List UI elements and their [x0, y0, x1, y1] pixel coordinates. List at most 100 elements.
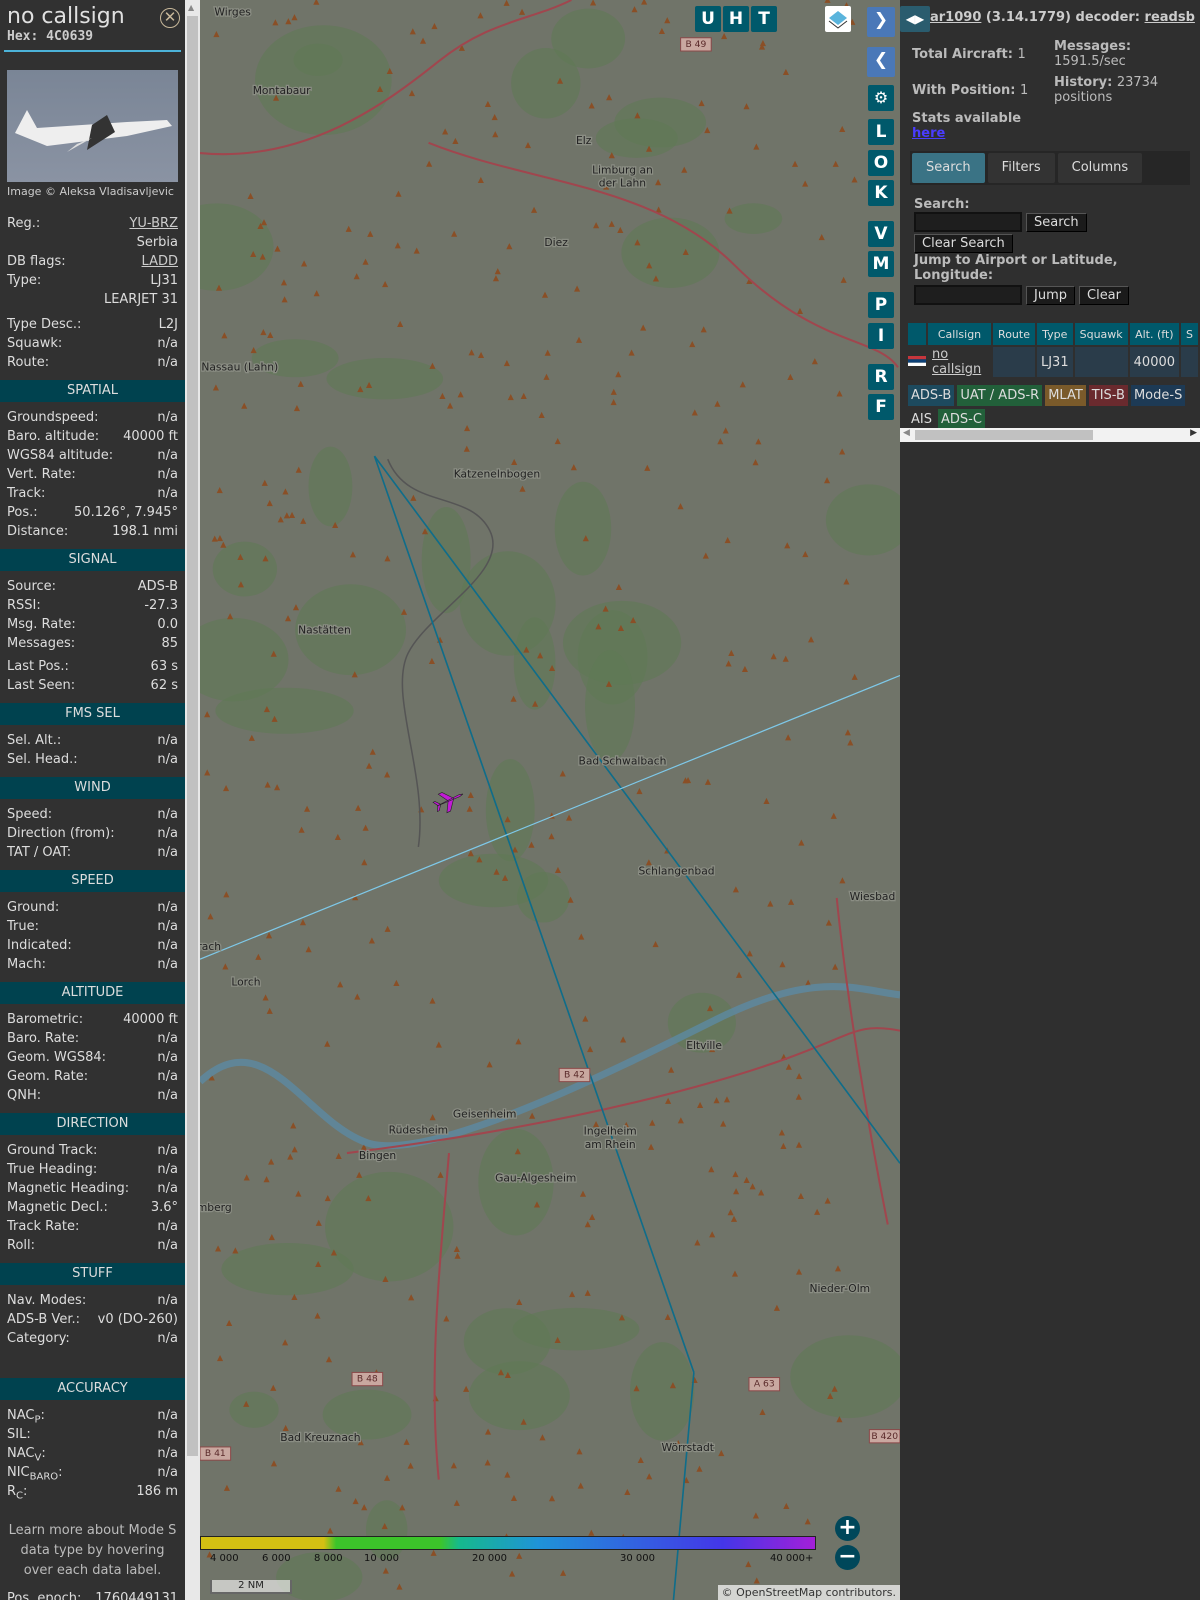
- field-label[interactable]: TAT / OAT:: [7, 843, 71, 862]
- field-label[interactable]: Nav. Modes:: [7, 1291, 86, 1310]
- map-button-f[interactable]: F: [868, 394, 894, 420]
- column-header[interactable]: Callsign: [928, 323, 992, 345]
- field-label[interactable]: NACP:: [7, 1406, 45, 1426]
- field-label[interactable]: Last Pos.:: [7, 657, 69, 676]
- field-label[interactable]: Vert. Rate:: [7, 465, 76, 484]
- map-canvas[interactable]: Wirges Montabaur Elz Limburg ander Lahn Diez…: [200, 0, 900, 1600]
- zoom-out-button[interactable]: −: [835, 1545, 860, 1570]
- info-link[interactable]: YU-BRZ: [129, 216, 178, 231]
- field-label[interactable]: Geom. WGS84:: [7, 1048, 106, 1067]
- aircraft-photo[interactable]: [7, 70, 178, 182]
- field-label[interactable]: NICBARO:: [7, 1463, 63, 1483]
- table-horizontal-scrollbar[interactable]: ◀ ▶: [900, 428, 1200, 442]
- search-button[interactable]: Search: [1026, 212, 1087, 232]
- field-label[interactable]: True:: [7, 917, 39, 936]
- field-label[interactable]: WGS84 altitude:: [7, 446, 113, 465]
- field-label[interactable]: NACV:: [7, 1444, 46, 1464]
- field-label[interactable]: Barometric:: [7, 1010, 83, 1029]
- peak-icon: [767, 900, 774, 907]
- column-header[interactable]: Squawk: [1074, 323, 1128, 345]
- map-button-v[interactable]: V: [868, 221, 894, 247]
- field-label[interactable]: Messages:: [7, 634, 75, 653]
- field-label[interactable]: Sel. Head.:: [7, 750, 78, 769]
- map-button-k[interactable]: K: [868, 180, 894, 206]
- field-label[interactable]: Roll:: [7, 1236, 35, 1255]
- map-attribution[interactable]: © OpenStreetMap contributors.: [717, 1585, 900, 1600]
- field-label[interactable]: Groundspeed:: [7, 408, 98, 427]
- layers-icon[interactable]: [825, 6, 851, 32]
- scrollbar-thumb[interactable]: [187, 16, 198, 1456]
- field-label[interactable]: True Heading:: [7, 1160, 97, 1179]
- toggle-sidebar-icon[interactable]: ◀▶: [900, 6, 930, 32]
- field-label[interactable]: RC:: [7, 1482, 27, 1502]
- map-button-u[interactable]: U: [695, 6, 721, 32]
- clear-jump-button[interactable]: Clear: [1079, 285, 1129, 305]
- collapse-left-icon[interactable]: ❮: [867, 47, 895, 77]
- app-link[interactable]: ar1090: [930, 10, 981, 25]
- field-label[interactable]: Track:: [7, 484, 45, 503]
- peak-icon: [735, 971, 743, 978]
- field-label[interactable]: Magnetic Decl.:: [7, 1198, 108, 1217]
- info-value[interactable]: YU-BRZ: [129, 214, 178, 233]
- tab-filters[interactable]: Filters: [987, 153, 1055, 183]
- column-header[interactable]: Alt. (ft): [1129, 323, 1180, 345]
- peak-icon: [395, 190, 402, 197]
- jump-button[interactable]: Jump: [1026, 285, 1075, 305]
- aircraft-marker-icon[interactable]: [431, 785, 467, 816]
- map-button-l[interactable]: L: [868, 119, 894, 145]
- sidebar-scrollbar[interactable]: ▲: [185, 0, 200, 1600]
- field-label[interactable]: Mach:: [7, 955, 46, 974]
- decoder-link[interactable]: readsb: [1145, 10, 1195, 25]
- column-header[interactable]: S: [1181, 323, 1198, 345]
- column-header[interactable]: Route: [993, 323, 1035, 345]
- field-label[interactable]: Baro. altitude:: [7, 427, 99, 446]
- field-label[interactable]: Ground Track:: [7, 1141, 97, 1160]
- field-label[interactable]: Direction (from):: [7, 824, 115, 843]
- field-label[interactable]: Source:: [7, 577, 56, 596]
- field-label[interactable]: Pos.:: [7, 503, 38, 522]
- info-link[interactable]: LADD: [142, 254, 178, 269]
- tab-search[interactable]: Search: [912, 153, 985, 183]
- field-label[interactable]: Distance:: [7, 522, 68, 541]
- peak-icon: [451, 230, 458, 237]
- map-button-i[interactable]: I: [868, 323, 894, 349]
- field-label[interactable]: Sel. Alt.:: [7, 731, 61, 750]
- stats-link[interactable]: here: [912, 126, 945, 141]
- column-header[interactable]: [908, 323, 926, 345]
- settings-gear-icon[interactable]: ⚙: [868, 85, 894, 111]
- jump-input[interactable]: [914, 285, 1022, 305]
- map-button-p[interactable]: P: [868, 292, 894, 318]
- field-label[interactable]: ADS-B Ver.:: [7, 1310, 80, 1329]
- field-label[interactable]: Magnetic Heading:: [7, 1179, 129, 1198]
- tab-columns[interactable]: Columns: [1057, 153, 1143, 183]
- field-label[interactable]: Track Rate:: [7, 1217, 79, 1236]
- field-label[interactable]: SIL:: [7, 1425, 31, 1444]
- map-button-m[interactable]: M: [868, 251, 894, 277]
- field-label[interactable]: RSSI:: [7, 596, 41, 615]
- expand-right-icon[interactable]: ❯: [867, 7, 895, 37]
- field-label[interactable]: Last Seen:: [7, 676, 75, 695]
- map-button-o[interactable]: O: [868, 150, 894, 176]
- field-label[interactable]: Geom. Rate:: [7, 1067, 88, 1086]
- map-button-r[interactable]: R: [868, 364, 894, 390]
- field-label[interactable]: Indicated:: [7, 936, 72, 955]
- column-header[interactable]: Type: [1036, 323, 1073, 345]
- scroll-up-icon[interactable]: ▲: [188, 3, 194, 12]
- field-label[interactable]: QNH:: [7, 1086, 41, 1105]
- map-button-h[interactable]: H: [723, 6, 749, 32]
- clear-search-button[interactable]: Clear Search: [914, 234, 1013, 253]
- field-label[interactable]: Baro. Rate:: [7, 1029, 79, 1048]
- table-row[interactable]: no callsign LJ31 40000: [908, 347, 1198, 377]
- search-input[interactable]: [914, 212, 1022, 232]
- zoom-in-button[interactable]: +: [835, 1516, 860, 1541]
- info-value[interactable]: LADD: [142, 252, 178, 271]
- scrollbar-thumb[interactable]: [915, 430, 1093, 440]
- callsign-link[interactable]: no callsign: [932, 347, 981, 377]
- map[interactable]: Wirges Montabaur Elz Limburg an der Lahn Diez…: [200, 0, 900, 1600]
- field-label[interactable]: Speed:: [7, 805, 52, 824]
- map-button-t[interactable]: T: [751, 6, 777, 32]
- field-label[interactable]: Ground:: [7, 898, 59, 917]
- field-label[interactable]: Msg. Rate:: [7, 615, 76, 634]
- field-label[interactable]: Category:: [7, 1329, 70, 1348]
- close-icon[interactable]: ✕: [160, 8, 180, 28]
